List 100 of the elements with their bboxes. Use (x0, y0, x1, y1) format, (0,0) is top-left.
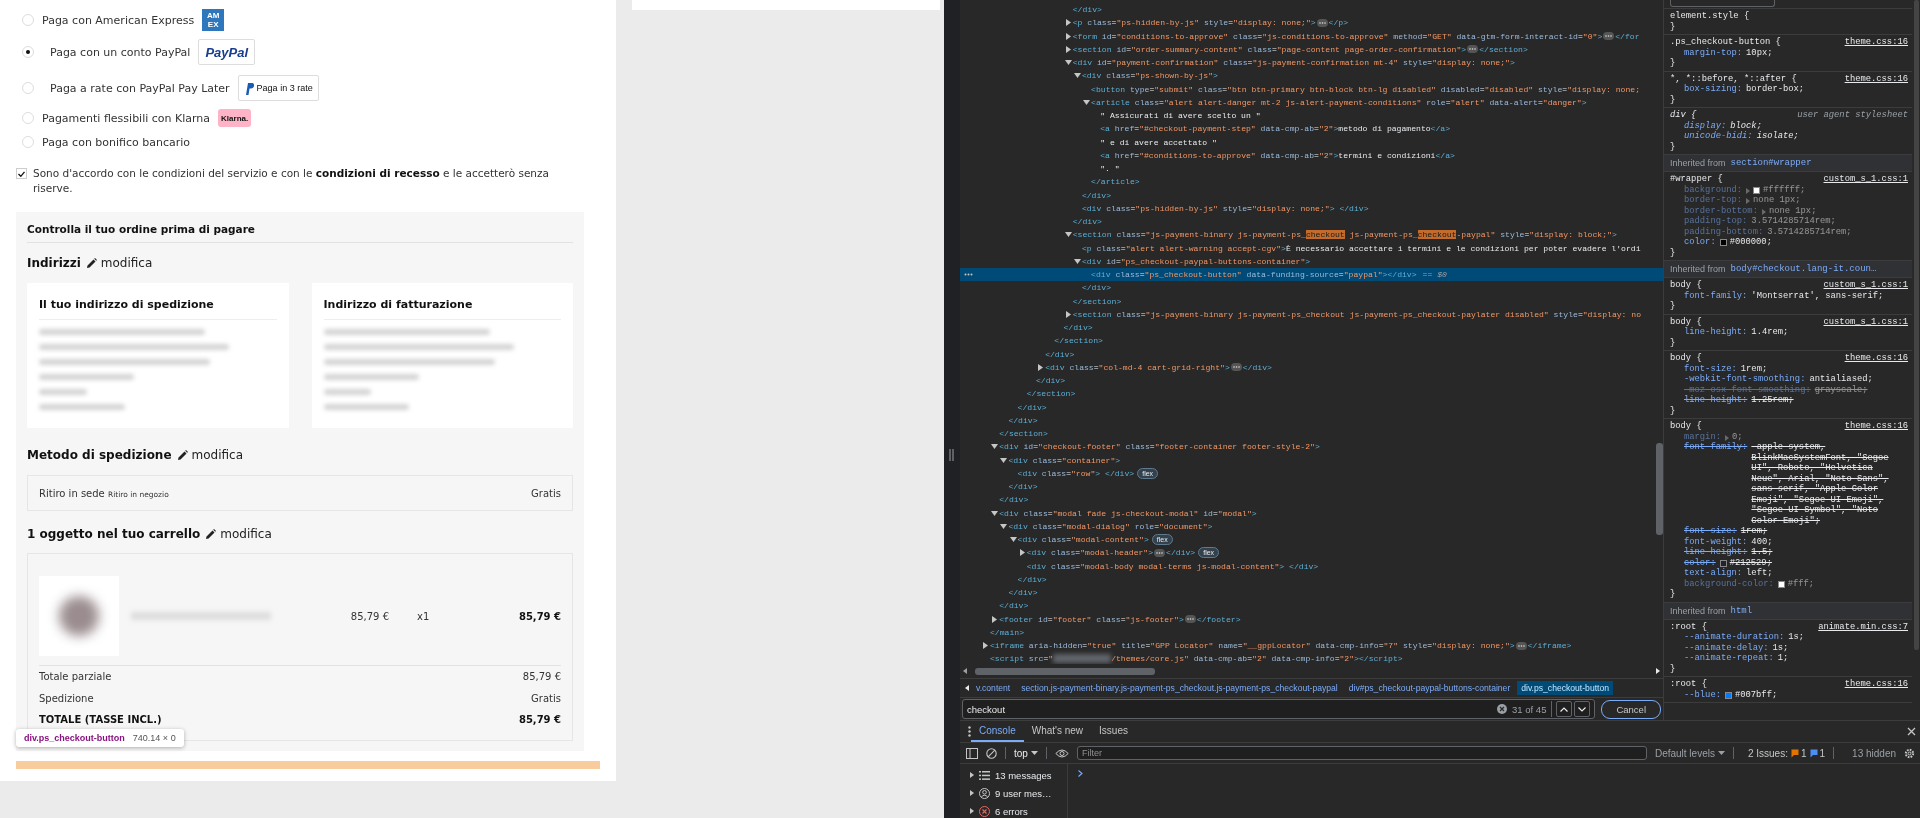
stylesheet-link[interactable]: custom_s_1.css:1 (1823, 316, 1908, 327)
edit-link[interactable]: modifica (220, 526, 272, 542)
css-property[interactable]: line-height: (1684, 327, 1748, 338)
caret-left-icon[interactable] (965, 685, 969, 692)
html-markup[interactable]: </div> (1017, 400, 1047, 414)
html-markup[interactable]: </div> (1008, 586, 1038, 600)
html-markup[interactable]: <a href="#checkout-payment-step" data-cmp-ab="2">metodo di pagamento</a> (1100, 122, 1451, 136)
html-markup[interactable]: <iframe aria-hidden="true" title="GPP Locator" name="__gppLocator" data-cmp-info="7" style="display: none;"> (990, 639, 1515, 653)
html-markup[interactable]: <div class="row"> </div> (1017, 466, 1135, 480)
payment-option-label[interactable]: Paga con bonifico bancario (42, 135, 191, 149)
css-value[interactable]: #000000; (1729, 237, 1908, 248)
stylesheet-link[interactable]: theme.css:16 (1844, 73, 1908, 84)
settings-icon[interactable] (1904, 747, 1916, 759)
breadcrumb[interactable]: v.content (972, 681, 1015, 696)
html-markup[interactable]: <p class="alert alert-warning accept-cgv">È necessario accettare i termini e le condizioni per poter evadere l'ordi (1081, 241, 1641, 255)
breadcrumb[interactable]: div.ps_checkout-button (1517, 681, 1613, 696)
html-markup[interactable]: <div class="modal-dialog" role="document"> (1008, 519, 1213, 533)
css-value[interactable]: #fff; (1787, 578, 1908, 589)
html-markup[interactable]: </section> (1479, 42, 1528, 56)
css-property[interactable]: unicode-bidi: (1684, 131, 1753, 142)
sidebar-item[interactable]: 13 messages (995, 769, 1052, 781)
ellipsis-icon[interactable] (1603, 32, 1615, 41)
html-markup[interactable]: <form id="conditions-to-approve" class="js-conditions-to-approve" method="GET" data-gtm-form-interact-id="0"> (1072, 29, 1603, 43)
css-property[interactable]: line-height: (1684, 547, 1748, 558)
css-value[interactable]: antialiased; (1809, 374, 1908, 385)
payment-option-label[interactable]: Paga con un conto PayPal (50, 45, 191, 59)
css-value[interactable]: 1; (1777, 653, 1908, 664)
html-markup[interactable]: " Assicurati di avere scelto un " (1100, 109, 1261, 123)
css-value[interactable]: -apple-system, BlinkMacSystemFont, "Segoe UI", Roboto, "Helvetica Neue", Arial, "Noto Sans", sans-serif, "Apple Color Emoji", "Segoe UI Emoji", "Segoe UI Symbol", "Noto Color Emoji"; (1751, 442, 1908, 526)
html-markup[interactable]: </div> (1017, 572, 1047, 586)
filter-field[interactable] (1670, 0, 1775, 7)
css-property[interactable]: display: (1684, 120, 1727, 131)
css-value[interactable]: block; (1730, 120, 1908, 131)
clear-icon[interactable] (986, 747, 997, 759)
payment-option-label[interactable]: Paga con American Express (42, 13, 195, 27)
html-markup[interactable]: </div> (1166, 546, 1196, 560)
html-markup[interactable]: <div class="container"> (1008, 453, 1121, 467)
html-markup[interactable]: <div id="ps_checkout-paypal-buttons-container"> (1081, 254, 1311, 268)
caret-right-icon[interactable] (970, 808, 974, 814)
css-value[interactable]: 3.5714285714rem; (1767, 226, 1908, 237)
stylesheet-link[interactable]: theme.css:16 (1844, 421, 1908, 432)
css-property[interactable]: font-weight: (1684, 536, 1748, 547)
color-swatch[interactable] (1719, 239, 1727, 246)
css-value[interactable]: isolate; (1756, 131, 1908, 142)
html-markup[interactable]: </div> (1008, 480, 1038, 494)
html-markup[interactable]: </div> (1045, 347, 1075, 361)
caret-right-icon[interactable] (970, 772, 974, 778)
html-markup[interactable]: <div class="ps-hidden-by-js" style="display: none;"> </div> (1081, 201, 1369, 215)
edit-link[interactable]: modifica (191, 447, 244, 463)
checkbox[interactable] (16, 168, 27, 179)
css-value[interactable]: 1s; (1772, 642, 1908, 653)
inherited-source-link[interactable]: html (1730, 605, 1753, 616)
caret-right-icon[interactable] (970, 790, 974, 796)
vertical-scrollbar[interactable] (1656, 443, 1663, 535)
css-value[interactable]: border-box; (1746, 84, 1908, 95)
html-markup[interactable]: <button type="submit" class="btn btn-primary btn-block btn-lg disabled" disabled="disabled" style="display: none; (1091, 82, 1640, 96)
html-markup[interactable]: <div class="modal fade js-checkout-modal" id="modal"> (999, 506, 1257, 520)
stylesheet-link[interactable]: custom_s_1.css:1 (1823, 280, 1908, 291)
css-value[interactable]: 1rem; (1740, 526, 1908, 537)
html-markup[interactable]: <div class="ps_checkout-button" data-funding-source="paypal"></div> (1091, 268, 1417, 282)
color-swatch[interactable] (1777, 580, 1785, 588)
html-markup[interactable]: </div> (999, 493, 1029, 507)
html-markup[interactable]: </div> (1072, 215, 1102, 229)
cancel-button[interactable]: Cancel (1601, 699, 1661, 719)
search-bar[interactable]: checkout 31 of 45 (962, 699, 1596, 720)
clear-icon[interactable] (1497, 704, 1508, 715)
stylesheet-link[interactable]: theme.css:16 (1844, 353, 1908, 364)
eye-icon[interactable] (1054, 748, 1069, 758)
css-property[interactable]: --animate-delay: (1684, 642, 1769, 653)
css-value[interactable]: none 1px; (1753, 195, 1908, 206)
sidebar-item[interactable]: 6 errors (995, 805, 1028, 817)
payment-option-label[interactable]: Pagamenti flessibili con Klarna (42, 111, 211, 125)
css-property[interactable]: -webkit-font-smoothing: (1684, 374, 1806, 385)
ellipsis-icon[interactable] (1515, 641, 1527, 650)
html-markup[interactable]: <article class="alert alert-danger mt-2 js-alert-payment-conditions" role="alert" data-alert="danger"> (1091, 95, 1587, 109)
css-property[interactable]: text-align: (1684, 568, 1743, 579)
html-markup[interactable]: <footer id="footer" class="js-footer"> (999, 612, 1184, 626)
stylesheet-link[interactable]: theme.css:16 (1844, 37, 1908, 48)
css-property[interactable]: line-height: (1684, 395, 1748, 406)
selected-node-row[interactable]: <div class="ps_checkout-button" data-funding-source="paypal"></div> == $0 (960, 268, 1663, 282)
stylesheet-link[interactable]: theme.css:16 (1844, 679, 1908, 690)
html-markup[interactable]: </div> (1242, 360, 1272, 374)
css-property[interactable]: --blue: (1684, 689, 1721, 700)
html-markup[interactable]: </div> (1081, 188, 1112, 202)
html-markup[interactable]: </div> (1035, 374, 1066, 388)
css-property[interactable]: font-family: (1684, 290, 1748, 301)
inherited-source-link[interactable]: body#checkout.lang-it.coun… (1730, 264, 1877, 274)
css-value[interactable]: grayscale; (1814, 384, 1908, 395)
drawer-tab[interactable]: Console (971, 721, 1024, 742)
html-markup[interactable]: <div class="col-md-4 cart-grid-right"> (1045, 360, 1230, 374)
html-markup[interactable]: </for (1615, 29, 1640, 43)
drawer-tab[interactable]: What's new (1023, 721, 1092, 742)
css-value[interactable]: 'Montserrat', sans-serif; (1751, 290, 1908, 301)
close-icon[interactable] (1907, 727, 1916, 736)
html-markup[interactable]: <a href="#conditions-to-approve" data-cmp-ab="2">termini e condizioni</a> (1100, 148, 1455, 162)
html-markup[interactable]: </section> (1054, 334, 1103, 348)
next-match-button[interactable] (1574, 701, 1591, 718)
html-markup[interactable]: <div class="modal-header"> (1026, 546, 1154, 560)
html-markup[interactable]: </div> (1008, 413, 1038, 427)
css-value[interactable]: 1s; (1788, 632, 1908, 643)
